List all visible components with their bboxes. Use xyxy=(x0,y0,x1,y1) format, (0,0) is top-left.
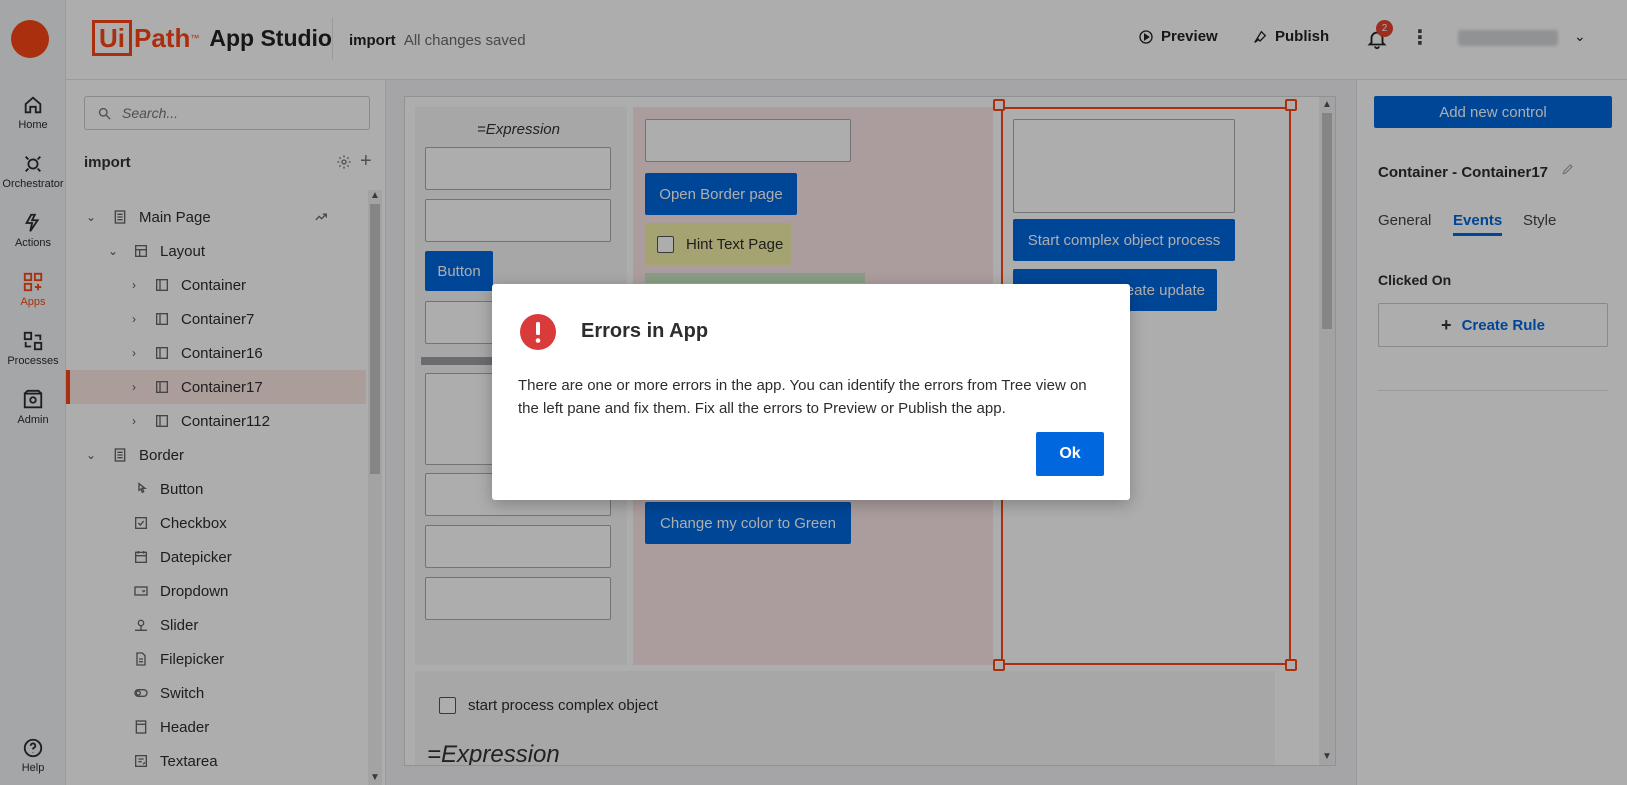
dialog-title: Errors in App xyxy=(581,320,709,342)
ok-button[interactable]: Ok xyxy=(1036,432,1104,476)
error-icon xyxy=(520,314,556,350)
errors-dialog: Errors in App There are one or more erro… xyxy=(492,284,1130,500)
dialog-message: There are one or more errors in the app.… xyxy=(518,377,1087,417)
